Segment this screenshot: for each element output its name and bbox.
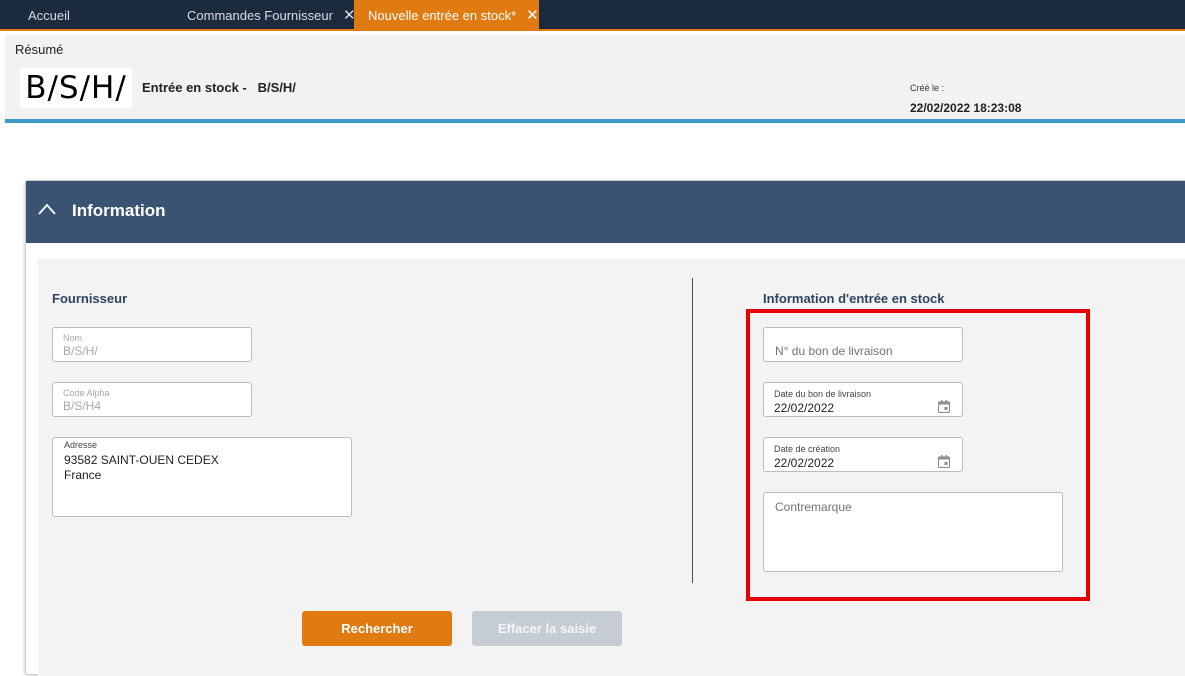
field-value: B/S/H/ — [63, 344, 98, 358]
tab-accueil[interactable]: Accueil — [28, 0, 70, 31]
highlight-box — [746, 309, 1090, 601]
field-label: Code Alpha — [63, 388, 110, 398]
entry-supplier: B/S/H/ — [257, 80, 296, 95]
address-line: France — [64, 468, 102, 482]
tab-label: Nouvelle entrée en stock* — [368, 8, 517, 23]
clear-entry-button[interactable]: Effacer la saisie — [472, 611, 622, 646]
tab-label: Commandes Fournisseur — [187, 8, 333, 23]
stock-entry-section-title: Information d'entrée en stock — [763, 291, 945, 306]
summary-title: Résumé — [15, 42, 64, 57]
field-label: Adresse — [64, 440, 98, 450]
supplier-section-title: Fournisseur — [52, 291, 128, 306]
column-divider — [692, 278, 693, 583]
entry-label: Entrée en stock - — [142, 80, 247, 95]
created-label: Créé le : — [910, 83, 945, 93]
panel-header[interactable]: Information — [26, 181, 1185, 243]
field-label: Nom — [63, 333, 83, 343]
close-icon[interactable]: ✕ — [526, 8, 539, 23]
address-field[interactable]: Adresse 93582 SAINT-OUEN CEDEX France — [52, 437, 352, 517]
address-line: 93582 SAINT-OUEN CEDEX — [64, 453, 219, 467]
alpha-code-field: Code Alpha B/S/H4 — [52, 382, 252, 417]
entry-title: Entrée en stock - B/S/H/ — [142, 80, 296, 95]
tab-commandes-fournisseur[interactable]: Commandes Fournisseur ✕ — [187, 0, 356, 31]
summary-header: Résumé B/S/H/ Entrée en stock - B/S/H/ C… — [5, 35, 1185, 123]
created-value: 22/02/2022 18:23:08 — [910, 101, 1022, 115]
tab-nouvelle-entree-stock[interactable]: Nouvelle entrée en stock* ✕ — [354, 0, 539, 31]
tab-label: Accueil — [28, 8, 70, 23]
supplier-logo: B/S/H/ — [20, 68, 132, 108]
chevron-up-icon[interactable] — [38, 203, 56, 215]
field-value: B/S/H4 — [63, 399, 102, 413]
panel-title: Information — [72, 201, 166, 220]
search-button[interactable]: Rechercher — [302, 611, 452, 646]
tab-bar: Accueil Commandes Fournisseur ✕ Nouvelle… — [0, 0, 1185, 31]
supplier-name-field: Nom B/S/H/ — [52, 327, 252, 362]
